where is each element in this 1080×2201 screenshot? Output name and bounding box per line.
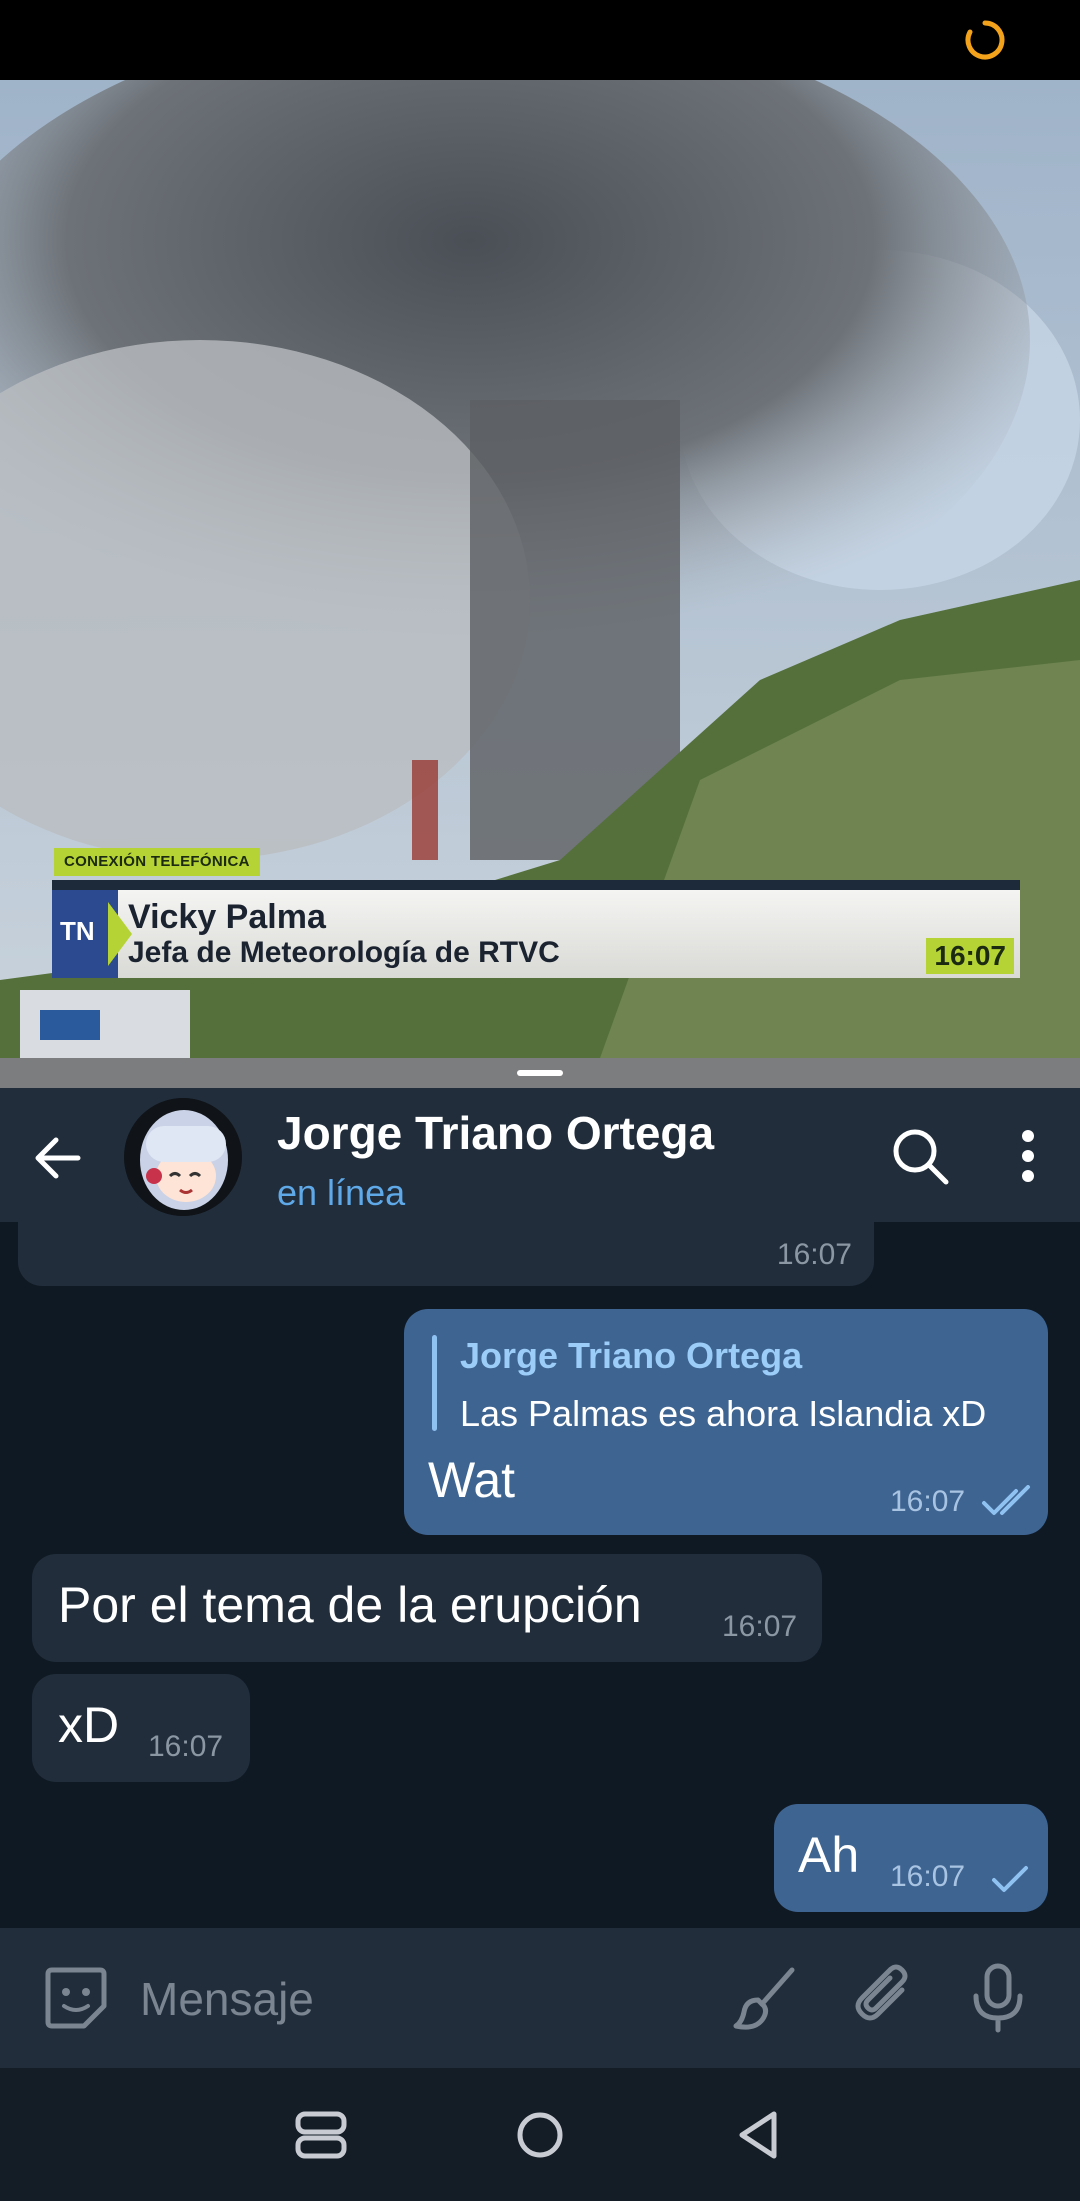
- message-input[interactable]: Mensaje: [140, 1972, 314, 2026]
- message-time: 16:07: [890, 1860, 966, 1893]
- speaker-name: Vicky Palma: [128, 898, 326, 936]
- message-list[interactable]: 16:07 Jorge Triano Ortega Las Palmas es …: [0, 1222, 1080, 1928]
- message-text: xD: [58, 1697, 120, 1753]
- reply-sender-name: Jorge Triano Ortega: [460, 1335, 803, 1376]
- recents-icon[interactable]: [288, 2102, 354, 2168]
- nav-back-icon[interactable]: [726, 2102, 792, 2168]
- avatar[interactable]: [124, 1098, 242, 1216]
- chat-header: Jorge Triano Ortega en línea: [0, 1088, 1080, 1222]
- check-icon: [992, 1866, 1028, 1892]
- arrow-left-icon[interactable]: [30, 1130, 86, 1186]
- home-icon[interactable]: [507, 2102, 573, 2168]
- message-bubble-incoming[interactable]: 16:07: [18, 1222, 874, 1286]
- message-time: 16:07: [776, 1238, 852, 1271]
- video-overlay-tag: CONEXIÓN TELEFÓNICA: [54, 848, 260, 876]
- paperclip-icon[interactable]: [848, 1960, 924, 2036]
- message-bubble-incoming[interactable]: Por el tema de la erupción 16:07: [32, 1554, 822, 1662]
- message-time: 16:07: [890, 1485, 966, 1518]
- anime-avatar-icon: [124, 1098, 242, 1216]
- loading-spinner-icon: [965, 20, 1005, 60]
- contact-name[interactable]: Jorge Triano Ortega: [277, 1106, 714, 1160]
- speaker-role: Jefa de Meteorología de RTVC: [128, 936, 560, 969]
- top-bar: [0, 0, 1080, 80]
- reply-quoted-text: Las Palmas es ahora Islandia xD: [460, 1393, 987, 1434]
- more-vert-icon[interactable]: [1008, 1124, 1048, 1188]
- contact-status: en línea: [277, 1172, 406, 1213]
- message-composer: Mensaje: [0, 1928, 1080, 2068]
- channel-logo-text: TN: [60, 916, 95, 946]
- brush-icon[interactable]: [728, 1960, 804, 2036]
- video-clock: 16:07: [926, 938, 1014, 974]
- sticker-icon[interactable]: [38, 1960, 114, 2036]
- video-resize-handle[interactable]: [0, 1058, 1080, 1088]
- video-player[interactable]: CONEXIÓN TELEFÓNICA TN Vicky Palma Jefa …: [0, 80, 1080, 1058]
- message-bubble-outgoing[interactable]: Ah 16:07: [774, 1804, 1048, 1912]
- message-bubble-incoming[interactable]: xD 16:07: [32, 1674, 250, 1782]
- message-text: Por el tema de la erupción: [58, 1577, 642, 1633]
- resize-grip[interactable]: [517, 1070, 563, 1076]
- message-bubble-outgoing[interactable]: Jorge Triano Ortega Las Palmas es ahora …: [404, 1309, 1048, 1535]
- microphone-icon[interactable]: [960, 1960, 1036, 2036]
- reply-quote-bar: [432, 1335, 437, 1431]
- search-icon[interactable]: [888, 1124, 952, 1188]
- message-text: Ah: [798, 1827, 860, 1883]
- message-time: 16:07: [148, 1730, 224, 1763]
- system-nav-bar: [0, 2068, 1080, 2201]
- message-time: 16:07: [722, 1610, 798, 1643]
- message-text: Wat: [428, 1452, 516, 1508]
- video-lower-third: TN Vicky Palma Jefa de Meteorología de R…: [52, 880, 1020, 978]
- double-check-icon: [982, 1485, 1030, 1515]
